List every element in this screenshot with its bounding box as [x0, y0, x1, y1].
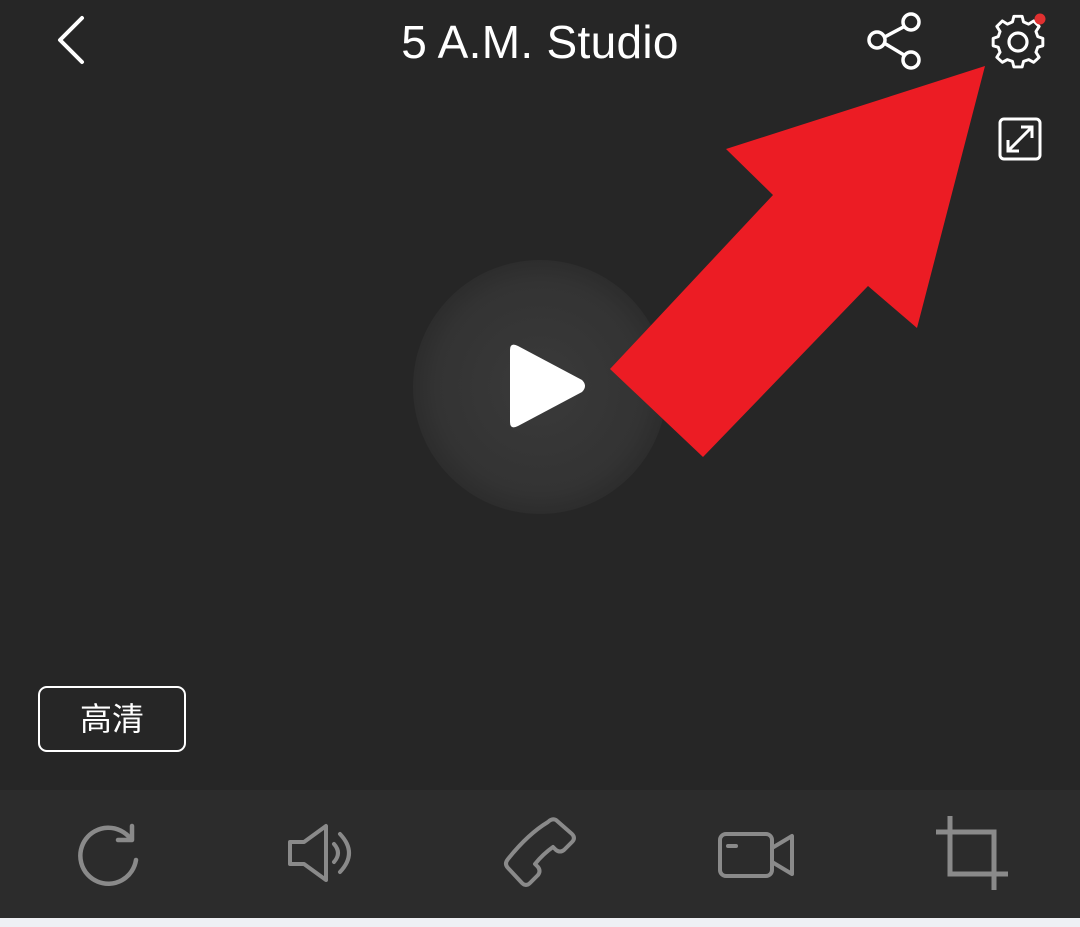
refresh-icon — [78, 823, 139, 886]
speaker-icon — [288, 824, 351, 882]
control-toolbar — [0, 790, 1080, 918]
phone-icon — [504, 817, 576, 887]
fullscreen-button[interactable] — [994, 112, 1046, 166]
play-button[interactable] — [496, 340, 592, 432]
crop-icon — [936, 816, 1008, 890]
notification-badge — [1034, 13, 1046, 25]
call-button[interactable] — [498, 812, 582, 896]
record-video-button[interactable] — [714, 812, 798, 896]
live-view-screen: 5 A.M. Studio 高清 — [0, 0, 1080, 927]
crop-screenshot-button[interactable] — [930, 812, 1014, 896]
play-icon — [510, 344, 585, 428]
annotation-arrow — [610, 66, 985, 457]
quality-toggle-button[interactable]: 高清 — [38, 686, 186, 752]
expand-icon — [998, 117, 1042, 161]
refresh-button[interactable] — [66, 812, 150, 896]
bottom-edge — [0, 918, 1080, 927]
video-camera-icon — [718, 832, 794, 878]
speaker-button[interactable] — [282, 812, 366, 896]
